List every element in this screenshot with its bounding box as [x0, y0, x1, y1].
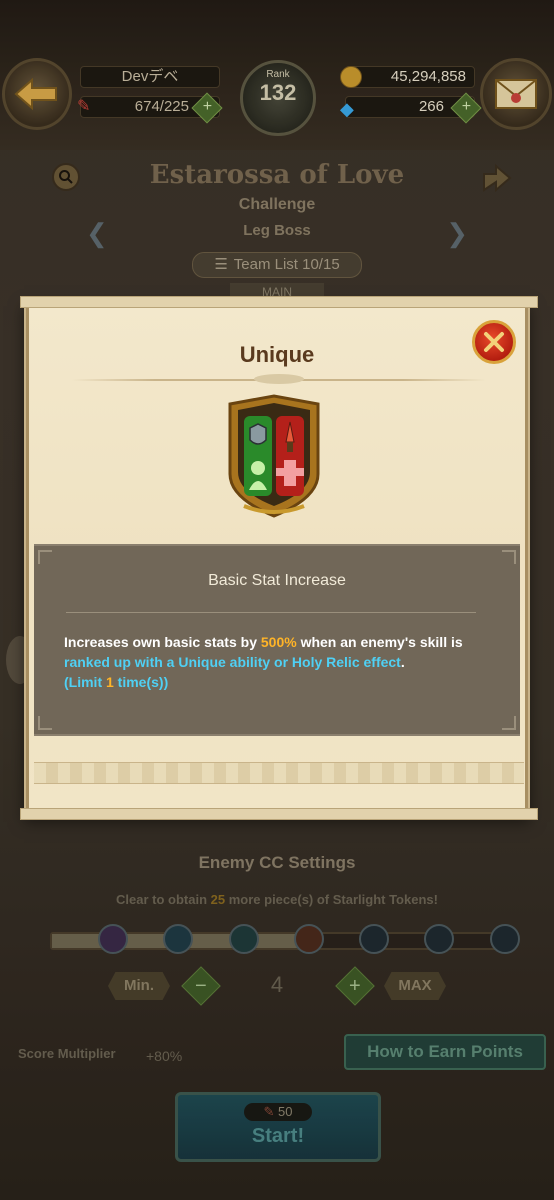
- close-icon: [484, 332, 504, 352]
- unique-emblem-icon: [228, 394, 320, 518]
- description-line-3: (Limit 1 time(s)): [64, 672, 504, 692]
- title-ornament: [254, 374, 304, 384]
- panel-corner: [502, 716, 516, 730]
- desc-period: .: [400, 654, 405, 670]
- desc-text: when an enemy's skill is: [296, 634, 463, 650]
- close-button[interactable]: [472, 320, 516, 364]
- desc-highlight: ranked up with a Unique ability or Holy …: [64, 654, 401, 670]
- desc-percent: 500%: [260, 634, 297, 650]
- modal-title: Unique: [239, 342, 315, 367]
- description-line-2: ranked up with a Unique ability or Holy …: [64, 652, 504, 672]
- unique-ability-modal: Unique Basic Stat Increase Increases own…: [20, 296, 538, 820]
- description-divider: [66, 612, 476, 613]
- panel-corner: [502, 550, 516, 564]
- desc-text: Increases own basic stats by: [64, 634, 261, 650]
- scroll-edge-bottom: [20, 808, 538, 820]
- description-line-1: Increases own basic stats by 500% when a…: [64, 632, 504, 652]
- limit-prefix: (Limit: [64, 674, 106, 690]
- skill-name: Basic Stat Increase: [208, 572, 346, 589]
- skill-description: Increases own basic stats by 500% when a…: [64, 632, 504, 692]
- panel-corner: [38, 716, 52, 730]
- scroll-edge-top: [20, 296, 538, 308]
- panel-corner: [38, 550, 52, 564]
- limit-count: 1: [106, 674, 114, 690]
- limit-suffix: time(s)): [113, 674, 169, 690]
- scroll-footer-ornament: [34, 762, 524, 784]
